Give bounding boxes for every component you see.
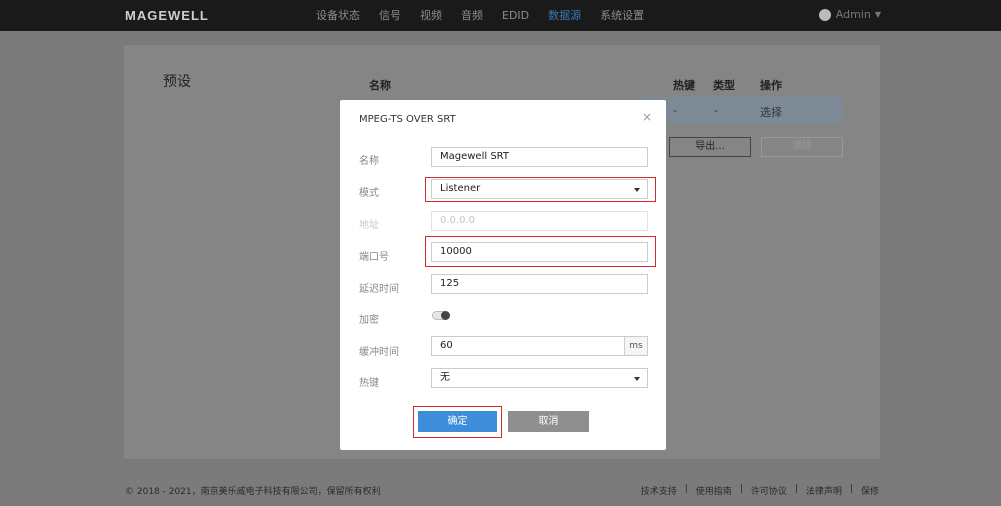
footer-separator: | [849,484,853,494]
latency-field[interactable]: 125 [431,274,648,294]
hotkey-select[interactable]: 无 [431,368,648,388]
dialog-title: MPEG-TS OVER SRT [359,114,456,125]
footer-link-legal[interactable]: 法律声明 [806,484,842,497]
srt-settings-dialog: MPEG-TS OVER SRT × 名称 Magewell SRT 模式 Li… [340,100,666,450]
main-nav: 设备状态 信号 视频 音频 EDID 数据源 系统设置 [316,0,663,31]
latency-label: 延迟时间 [359,284,399,295]
cancel-button[interactable]: 取消 [508,411,589,432]
confirm-highlight-box [413,406,502,438]
user-name: Admin [835,8,871,21]
hotkey-label: 热键 [359,378,379,389]
preset-title: 预设 [163,74,191,90]
buffer-label: 缓冲时间 [359,347,399,358]
clear-button[interactable]: 清除 [761,137,843,157]
footer-link-support[interactable]: 技术支持 [641,484,677,497]
footer-link-license[interactable]: 许可协议 [751,484,787,497]
buffer-unit: ms [624,336,648,356]
magewell-logo: MAGEWELL [125,8,209,23]
address-label: 地址 [359,220,379,231]
footer-links: 技术支持 | 使用指南 | 许可协议 | 法律声明 | 保修 [641,484,879,497]
toggle-knob [441,311,450,320]
port-label: 端口号 [359,252,389,263]
name-field[interactable]: Magewell SRT [431,147,648,167]
export-button[interactable]: 导出... [669,137,751,157]
footer-link-guide[interactable]: 使用指南 [696,484,732,497]
top-navigation-bar: MAGEWELL 设备状态 信号 视频 音频 EDID 数据源 系统设置 Adm… [0,0,1001,31]
column-header-name: 名称 [369,79,391,92]
nav-device-status[interactable]: 设备状态 [316,0,360,31]
chevron-down-icon: ▼ [874,10,881,19]
encryption-toggle[interactable] [432,311,450,320]
nav-video[interactable]: 视频 [420,0,442,31]
copyright-text: © 2018 - 2021，南京美乐威电子科技有限公司，保留所有权利 [125,487,381,497]
footer-link-warranty[interactable]: 保修 [861,484,879,497]
hotkey-value: 无 [440,372,450,383]
nav-system-settings[interactable]: 系统设置 [600,0,644,31]
footer-separator: | [794,484,798,494]
column-header-action: 操作 [760,79,782,92]
row-select-link[interactable]: 选择 [760,104,782,120]
table-row[interactable] [636,97,842,124]
port-highlight-box [425,236,656,267]
footer-separator: | [684,484,688,494]
name-label: 名称 [359,156,379,167]
dropdown-arrow-icon [634,377,640,381]
user-avatar-icon [818,8,831,21]
column-header-hotkey: 热键 [673,79,695,92]
address-field: 0.0.0.0 [431,211,648,231]
mode-label: 模式 [359,188,379,199]
user-menu[interactable]: Admin ▼ [818,8,881,21]
nav-edid[interactable]: EDID [502,0,529,31]
encryption-label: 加密 [359,315,379,326]
nav-data-source[interactable]: 数据源 [548,0,581,31]
footer-separator: | [739,484,743,494]
mode-highlight-box [425,177,656,202]
nav-signal[interactable]: 信号 [379,0,401,31]
row-hotkey: - [673,104,677,117]
row-type: - [714,104,718,117]
close-icon[interactable]: × [642,110,652,124]
buffer-field[interactable]: 60 [431,336,625,356]
column-header-type: 类型 [713,79,735,92]
nav-audio[interactable]: 音频 [461,0,483,31]
